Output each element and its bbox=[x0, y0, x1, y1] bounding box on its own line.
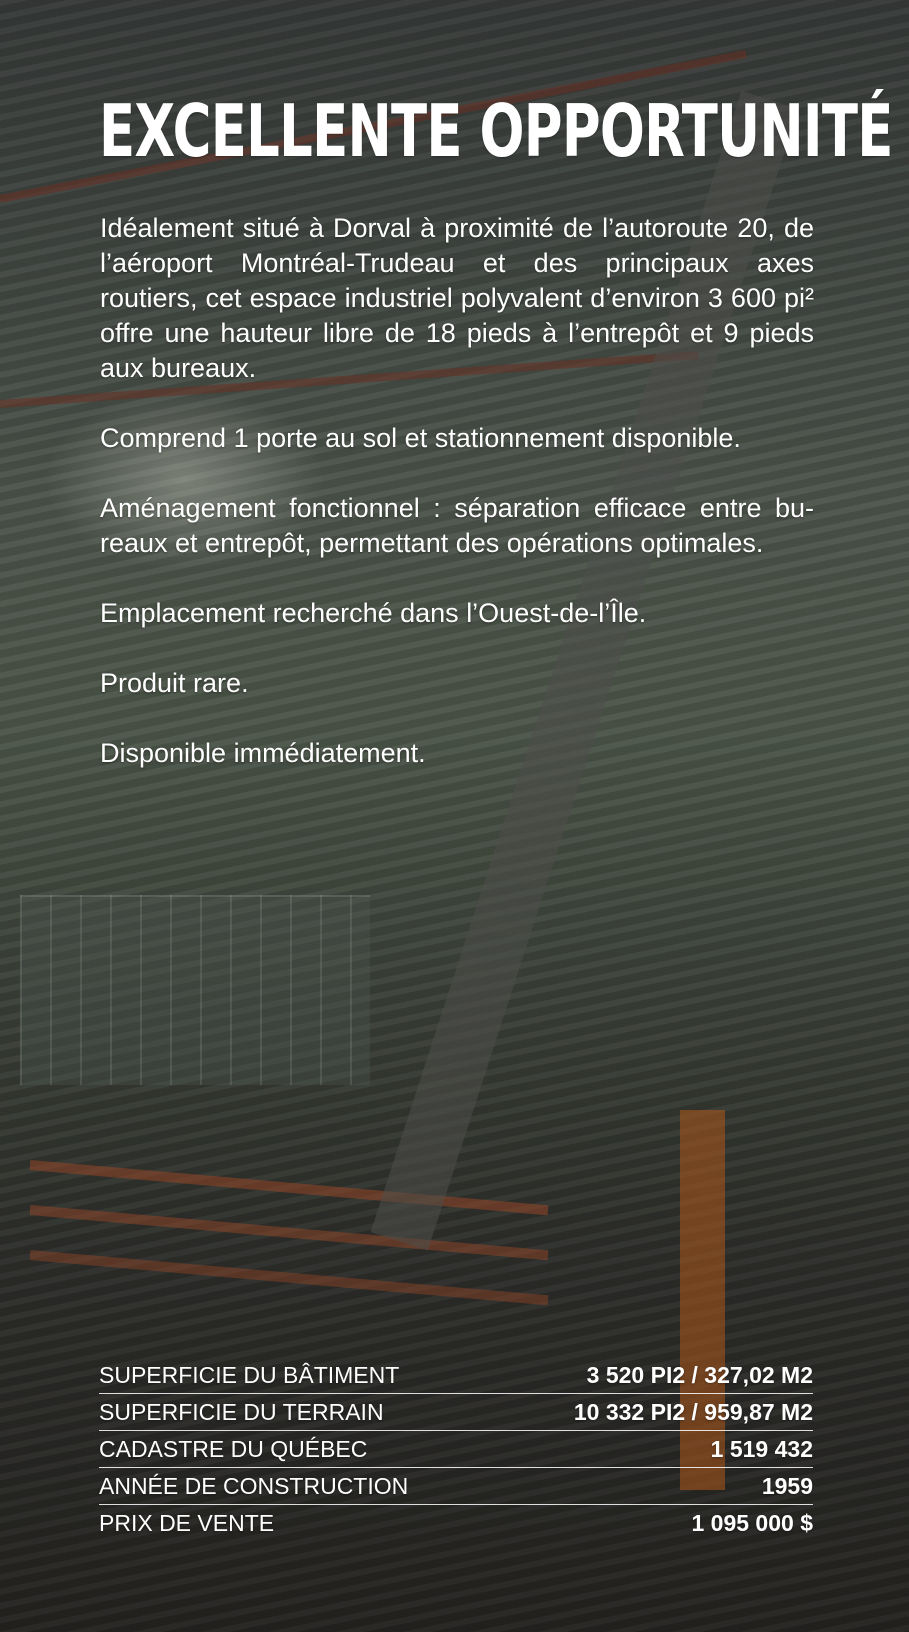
spec-value: 10 332 PI2 / 959,87 M2 bbox=[573, 1398, 813, 1425]
listing-content: EXCELLENTE OPPORTUNITÉ Idéalement situé … bbox=[0, 0, 909, 1632]
description: Idéalement situé à Dorval à proximité de… bbox=[100, 211, 814, 806]
spec-label: SUPERFICIE DU BÂTIMENT bbox=[99, 1361, 400, 1388]
description-paragraph: Idéalement situé à Dorval à proximité de… bbox=[100, 213, 814, 383]
description-paragraph: Aménagement fonctionnel : séparation eff… bbox=[100, 493, 814, 558]
spec-row-cadastre: CADASTRE DU QUÉBEC 1 519 432 bbox=[99, 1431, 813, 1468]
spec-label: ANNÉE DE CONSTRUCTION bbox=[99, 1472, 409, 1499]
description-paragraph: Comprend 1 porte au sol et stationnement… bbox=[100, 423, 741, 453]
spec-value: 1 519 432 bbox=[710, 1435, 813, 1462]
spec-label: SUPERFICIE DU TERRAIN bbox=[99, 1398, 384, 1425]
spec-row-construction-year: ANNÉE DE CONSTRUCTION 1959 bbox=[99, 1468, 813, 1505]
spec-row-sale-price: PRIX DE VENTE 1 095 000 $ bbox=[99, 1505, 813, 1542]
description-paragraph: Emplacement recherché dans l’Ouest-de-l’… bbox=[100, 598, 647, 628]
spec-row-land-area: SUPERFICIE DU TERRAIN 10 332 PI2 / 959,8… bbox=[99, 1394, 813, 1431]
spec-value: 1 095 000 $ bbox=[691, 1510, 813, 1536]
spec-row-building-area: SUPERFICIE DU BÂTIMENT 3 520 PI2 / 327,0… bbox=[99, 1357, 813, 1394]
specs-table: SUPERFICIE DU BÂTIMENT 3 520 PI2 / 327,0… bbox=[99, 1357, 813, 1542]
spec-label: PRIX DE VENTE bbox=[99, 1510, 275, 1536]
spec-label: CADASTRE DU QUÉBEC bbox=[99, 1435, 368, 1462]
description-paragraph: Produit rare. bbox=[100, 668, 249, 698]
page-title: EXCELLENTE OPPORTUNITÉ bbox=[99, 89, 893, 173]
spec-value: 1959 bbox=[761, 1472, 813, 1499]
spec-value: 3 520 PI2 / 327,02 M2 bbox=[586, 1361, 813, 1388]
description-paragraph: Disponible immédiatement. bbox=[100, 738, 426, 768]
